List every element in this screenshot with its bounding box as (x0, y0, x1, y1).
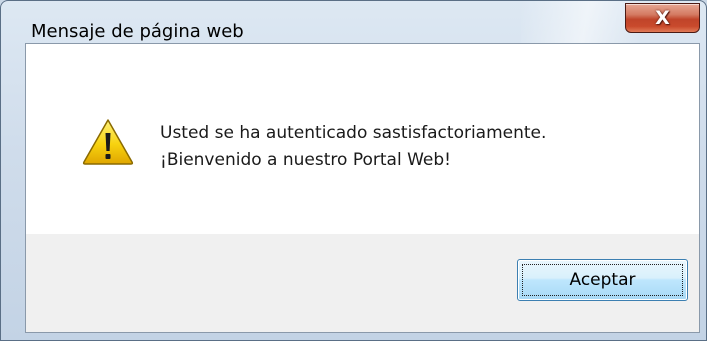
ok-button[interactable]: Aceptar (517, 259, 688, 301)
dialog-message: Usted se ha autenticado sastisfactoriame… (160, 120, 546, 174)
ok-button-label: Aceptar (569, 270, 636, 290)
message-line-2: ¡Bienvenido a nuestro Portal Web! (160, 150, 451, 170)
close-icon: X (655, 6, 670, 29)
message-line-1: Usted se ha autenticado sastisfactoriame… (160, 123, 547, 143)
warning-icon (82, 119, 134, 165)
title-bar[interactable]: Mensaje de página web X (1, 1, 706, 42)
dialog-client-area: Usted se ha autenticado sastisfactoriame… (25, 43, 700, 333)
window-title: Mensaje de página web (31, 21, 244, 42)
message-area: Usted se ha autenticado sastisfactoriame… (26, 44, 699, 234)
close-button[interactable]: X (625, 3, 700, 33)
dialog-window: Mensaje de página web X Usted se ha aute… (0, 0, 707, 341)
